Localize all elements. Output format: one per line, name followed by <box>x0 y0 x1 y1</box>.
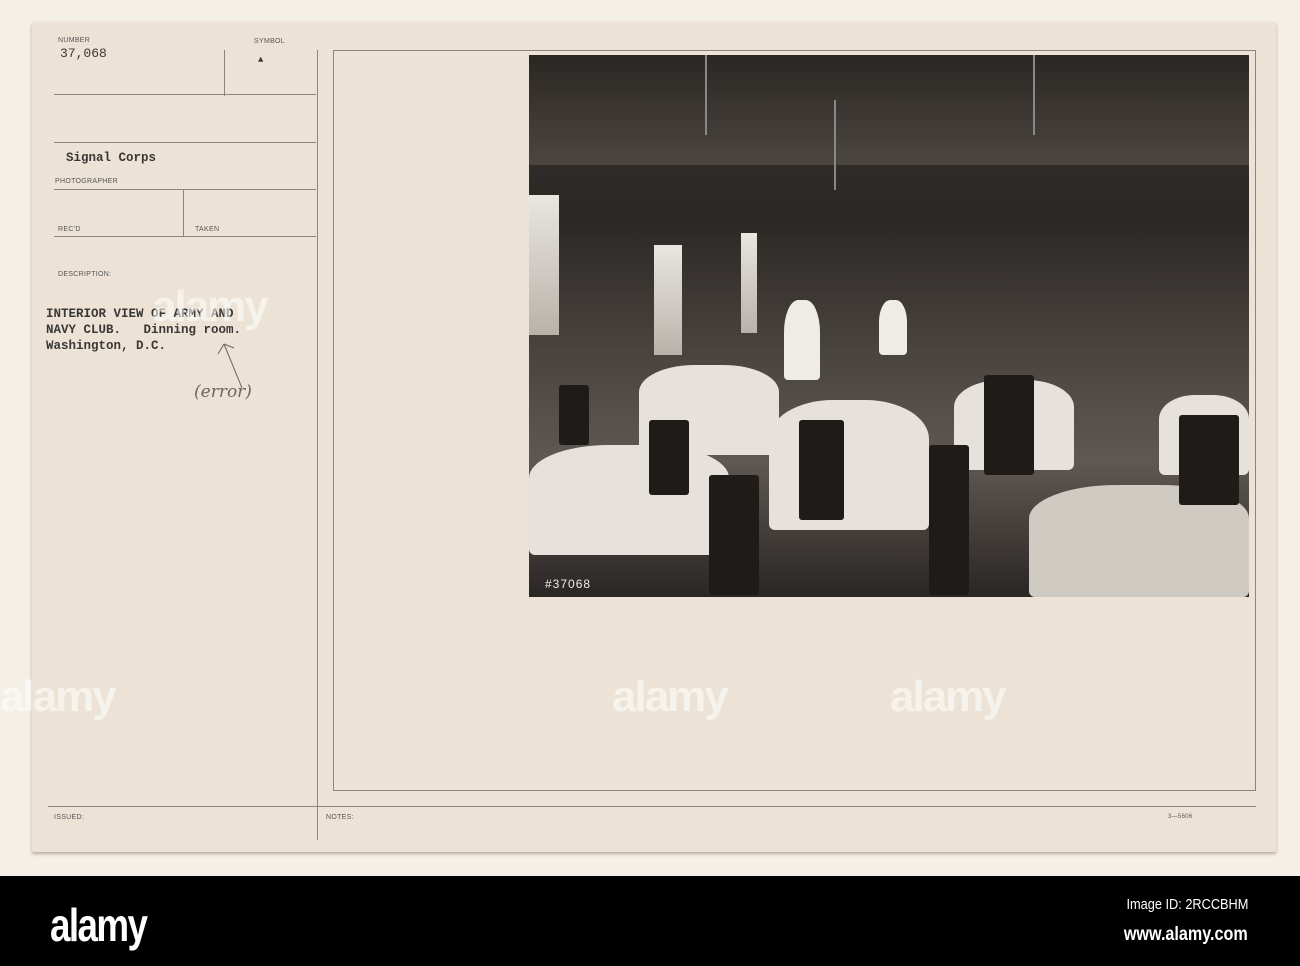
number-value: 37,068 <box>60 46 107 61</box>
image-id: Image ID: 2RCCBHM <box>1126 896 1248 913</box>
form-number: 3—5606 <box>1168 814 1193 820</box>
photographer-value: Signal Corps <box>66 151 157 165</box>
watermark: alamy <box>890 672 1007 721</box>
alamy-logo: alamy <box>50 899 148 951</box>
watermark: alamy <box>0 672 117 721</box>
number-label: NUMBER <box>58 37 91 44</box>
watermark: alamy <box>152 282 269 331</box>
photographer-label: PHOTOGRAPHER <box>55 178 118 185</box>
dining-room-photo: #37068 <box>529 55 1249 597</box>
archive-card: NUMBER 37,068 SYMBOL ▲ Signal Corps PHOT… <box>0 22 1276 852</box>
taken-label: TAKEN <box>195 226 220 233</box>
watermark: alamy <box>612 672 729 721</box>
notes-label: NOTES: <box>326 814 354 821</box>
symbol-label: SYMBOL <box>254 38 285 45</box>
recd-label: REC'D <box>58 226 81 233</box>
description-label: DESCRIPTION: <box>58 271 112 278</box>
site-url[interactable]: www.alamy.com <box>1124 924 1248 946</box>
negative-number: #37068 <box>545 577 592 591</box>
symbol-triangle-icon: ▲ <box>258 55 264 65</box>
handwritten-arrow-icon <box>217 343 243 389</box>
footer-bar: alamy Image ID: 2RCCBHM www.alamy.com <box>0 876 1300 966</box>
issued-label: ISSUED: <box>54 814 85 821</box>
